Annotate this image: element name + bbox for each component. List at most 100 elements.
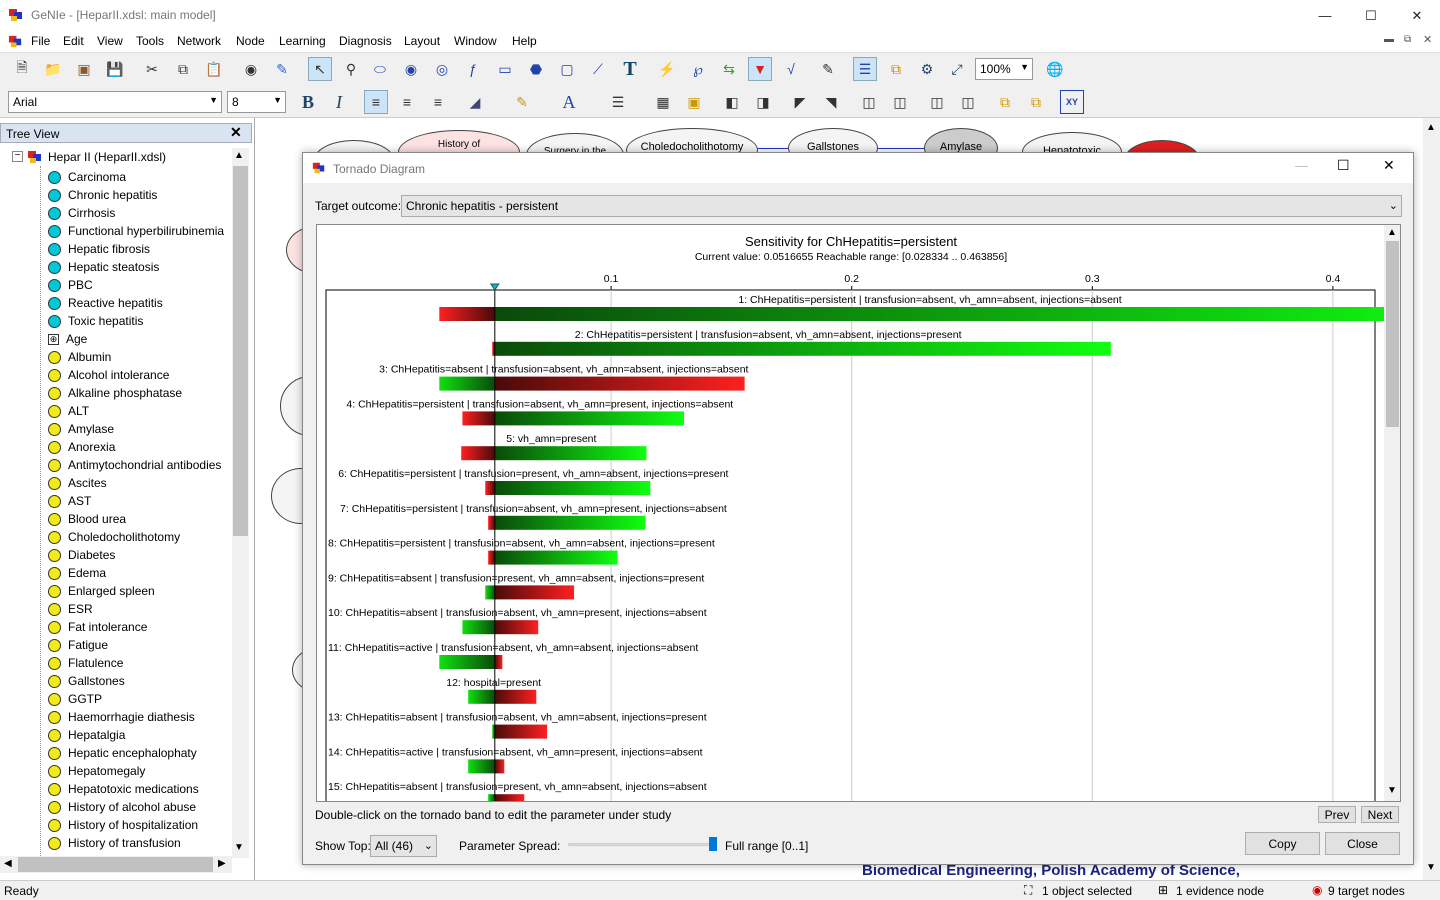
menu-diagnosis[interactable]: Diagnosis xyxy=(339,34,392,48)
scroll-up-icon[interactable]: ▲ xyxy=(1387,227,1397,238)
tornado-chart[interactable]: Sensitivity for ChHepatitis=persistent Cu… xyxy=(316,224,1401,802)
tree-item[interactable]: ⊕ Age xyxy=(48,330,232,348)
sensitivity-tool-icon[interactable]: ✎ xyxy=(816,57,840,81)
canvas-vertical-scrollbar[interactable]: ▲ ▼ xyxy=(1423,118,1440,880)
tree-vertical-scrollbar[interactable]: ▲ ▼ xyxy=(232,148,249,858)
same-height-icon[interactable]: ◫ xyxy=(956,90,980,114)
tree-item[interactable]: Flatulence xyxy=(48,654,232,672)
tree-item[interactable]: Edema xyxy=(48,564,232,582)
bring-front-icon[interactable]: ⧉ xyxy=(993,90,1017,114)
show-top-select[interactable]: All (46) ⌄ xyxy=(370,835,437,857)
mdi-close-icon[interactable]: ✕ xyxy=(1423,33,1432,46)
menu-learning[interactable]: Learning xyxy=(279,34,326,48)
line-color-icon[interactable]: ✎ xyxy=(510,90,534,114)
tree-item[interactable]: Diabetes xyxy=(48,546,232,564)
function-node-icon[interactable]: ƒ xyxy=(461,57,485,81)
font-name-select[interactable]: Arial ▼ xyxy=(8,91,222,113)
distribute-vertical-icon[interactable]: ◫ xyxy=(888,90,912,114)
scroll-up-icon[interactable]: ▲ xyxy=(1426,122,1436,133)
open-box-icon[interactable]: ▣ xyxy=(72,57,96,81)
windows-stack-icon[interactable]: ⧉ xyxy=(884,57,908,81)
tree-item[interactable]: Toxic hepatitis xyxy=(48,312,232,330)
find-binoculars-icon[interactable]: ◉ xyxy=(239,57,263,81)
spread-slider-thumb[interactable] xyxy=(709,837,717,851)
align-right-icon[interactable]: ≡ xyxy=(426,90,450,114)
copy-icon[interactable]: ⧉ xyxy=(171,57,195,81)
line-width-icon[interactable]: ☰ xyxy=(606,90,630,114)
align-center-icon[interactable]: ≡ xyxy=(395,90,419,114)
align-left-nodes-icon[interactable]: ◧ xyxy=(720,90,744,114)
copy-button[interactable]: Copy xyxy=(1245,832,1320,855)
update-lightning-icon[interactable]: ⚡ xyxy=(655,57,679,81)
tree-item[interactable]: Hepatalgia xyxy=(48,726,232,744)
tree-item[interactable]: Amylase xyxy=(48,420,232,438)
tree-item[interactable]: History of alcohol abuse xyxy=(48,798,232,816)
fit-window-icon[interactable]: ⤢ xyxy=(945,57,969,81)
tree-hscroll-thumb[interactable] xyxy=(18,857,213,872)
scroll-down-icon[interactable]: ▼ xyxy=(234,842,244,853)
scroll-left-icon[interactable]: ◀ xyxy=(4,858,12,869)
scroll-down-icon[interactable]: ▼ xyxy=(1426,862,1436,873)
cut-icon[interactable]: ✂ xyxy=(140,57,164,81)
zoom-magnifier-icon[interactable]: ⚲ xyxy=(339,57,363,81)
close-button[interactable]: Close xyxy=(1325,832,1400,855)
target-outcome-select[interactable]: Chronic hepatitis - persistent ⌄ xyxy=(401,195,1402,217)
collapse-toggle-icon[interactable]: − xyxy=(12,151,23,162)
tree-item[interactable]: Chronic hepatitis xyxy=(48,186,232,204)
menu-tools[interactable]: Tools xyxy=(136,34,164,48)
tree-item[interactable]: Albumin xyxy=(48,348,232,366)
chance-node-icon[interactable]: ⬭ xyxy=(368,57,392,81)
grid-icon[interactable]: ▦ xyxy=(651,90,675,114)
tree-item[interactable]: GGTP xyxy=(48,690,232,708)
chart-vertical-scrollbar[interactable]: ▲ ▼ xyxy=(1384,225,1400,801)
align-bottom-nodes-icon[interactable]: ◥ xyxy=(819,90,843,114)
fill-color-icon[interactable]: ◢ xyxy=(463,90,487,114)
format-brush-icon[interactable]: ✎ xyxy=(270,57,294,81)
properties-gear-icon[interactable]: ⚙ xyxy=(915,57,939,81)
maximize-button[interactable]: ☐ xyxy=(1348,0,1394,31)
text-tool-icon[interactable]: T xyxy=(618,57,642,81)
menu-network[interactable]: Network xyxy=(177,34,221,48)
menu-file[interactable]: File xyxy=(31,34,50,48)
tree-item[interactable]: Functional hyperbilirubinemia xyxy=(48,222,232,240)
menu-window[interactable]: Window xyxy=(454,34,497,48)
select-pointer-icon[interactable]: ↖ xyxy=(308,57,332,81)
snap-icon[interactable]: ▣ xyxy=(682,90,706,114)
tree-item[interactable]: Reactive hepatitis xyxy=(48,294,232,312)
chart-scroll-thumb[interactable] xyxy=(1386,241,1399,427)
submodel-node-icon[interactable]: ▢ xyxy=(555,57,579,81)
probability-evidence-icon[interactable]: ℘ xyxy=(686,57,710,81)
scroll-down-icon[interactable]: ▼ xyxy=(1387,785,1397,796)
bold-icon[interactable]: B xyxy=(296,90,320,114)
prev-button[interactable]: Prev xyxy=(1318,806,1356,823)
font-size-select[interactable]: 8 ▼ xyxy=(227,91,286,113)
value-of-information-icon[interactable]: √ xyxy=(779,57,803,81)
arc-tool-icon[interactable]: ⟋ xyxy=(586,57,610,81)
tree-root-label[interactable]: Hepar II (HeparII.xdsl) xyxy=(48,150,166,164)
paste-icon[interactable]: 📋 xyxy=(202,57,226,81)
dialog-minimize-icon[interactable]: — xyxy=(1295,158,1308,173)
tree-item[interactable]: Haemorrhagie diathesis xyxy=(48,708,232,726)
tree-item[interactable]: Hepatotoxic medications xyxy=(48,780,232,798)
tree-view-icon[interactable]: ☰ xyxy=(853,57,877,81)
tree-item[interactable]: ESR xyxy=(48,600,232,618)
tree-item[interactable]: Cirrhosis xyxy=(48,204,232,222)
spread-slider-track[interactable] xyxy=(568,843,713,846)
tree-item[interactable]: Hepatic fibrosis xyxy=(48,240,232,258)
utility-node-icon[interactable]: ⬣ xyxy=(524,57,548,81)
tree-item[interactable]: Hepatic steatosis xyxy=(48,258,232,276)
minimize-button[interactable]: — xyxy=(1302,0,1348,31)
align-top-nodes-icon[interactable]: ◤ xyxy=(788,90,812,114)
tree-item[interactable]: Carcinoma xyxy=(48,168,232,186)
menu-layout[interactable]: Layout xyxy=(404,34,440,48)
tree-item[interactable]: History of transfusion xyxy=(48,834,232,852)
align-right-nodes-icon[interactable]: ◨ xyxy=(751,90,775,114)
tree-item[interactable]: Fat intolerance xyxy=(48,618,232,636)
decision-node-icon[interactable]: ▭ xyxy=(493,57,517,81)
tree-item[interactable]: Anorexia xyxy=(48,438,232,456)
tree-item[interactable]: Fatigue xyxy=(48,636,232,654)
tree-item[interactable]: Ascites xyxy=(48,474,232,492)
tree-scroll-thumb[interactable] xyxy=(233,166,248,536)
close-window-button[interactable]: ✕ xyxy=(1394,0,1440,31)
zoom-select[interactable]: 100% ▼ xyxy=(975,58,1033,80)
